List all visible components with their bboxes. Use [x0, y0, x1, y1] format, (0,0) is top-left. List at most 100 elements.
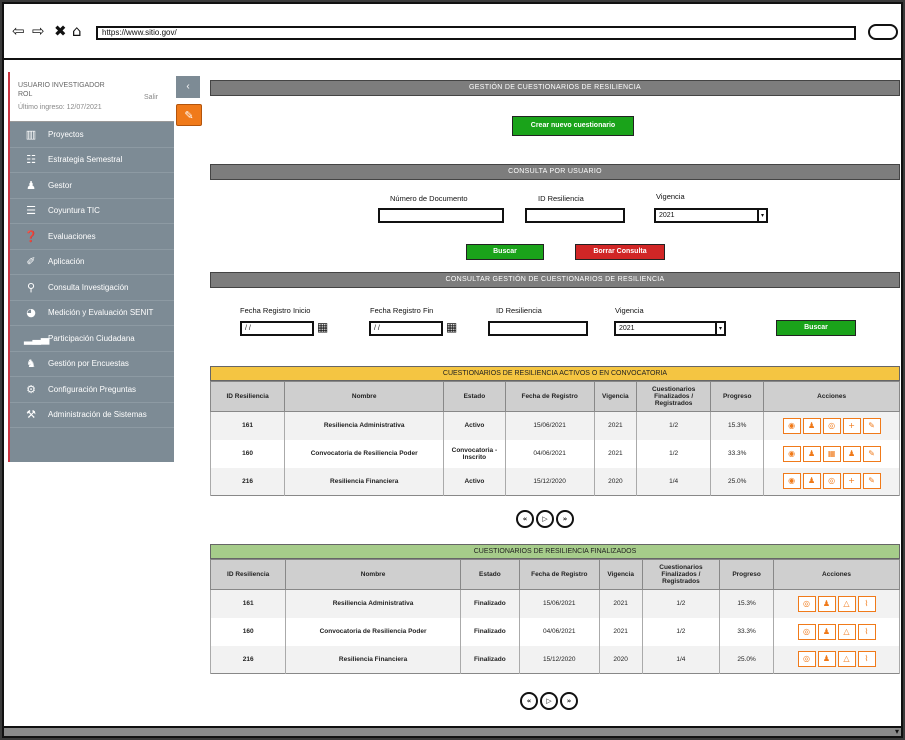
- sidebar-item-label: Administración de Sistemas: [48, 410, 147, 420]
- column-header: Cuestionarios Finalizados / Registrados: [636, 381, 712, 412]
- url-bar[interactable]: https://www.sitio.gov/: [96, 26, 856, 40]
- edit-tool-icon[interactable]: ✎: [176, 104, 202, 126]
- sidebar: USUARIO INVESTIGADOR ROL Último ingreso:…: [8, 72, 174, 462]
- sidebar-item-label: Gestión por Encuestas: [48, 359, 129, 369]
- sidebar-item-10[interactable]: ⚙ Configuración Preguntas: [10, 377, 174, 403]
- home-icon[interactable]: ⌂: [72, 24, 82, 39]
- chart-icon[interactable]: ⌇: [857, 623, 876, 640]
- cell-state: Finalizado: [459, 617, 520, 646]
- year-select[interactable]: 2021 ▾: [654, 208, 768, 223]
- browser-toolbar: ⇦ ⇨ ✖ ⌂ https://www.sitio.gov/: [4, 4, 901, 60]
- last-page-button[interactable]: »: [560, 692, 578, 710]
- cell-date: 15/12/2020: [504, 467, 595, 496]
- back-arrow-icon[interactable]: ⇦: [12, 24, 25, 39]
- cell-state: Finalizado: [459, 645, 520, 674]
- edit-icon[interactable]: ✎: [862, 445, 881, 462]
- calendar-icon[interactable]: ▦: [822, 445, 841, 462]
- warning-icon[interactable]: △: [837, 651, 856, 668]
- create-questionnaire-button[interactable]: Crear nuevo cuestionario: [512, 116, 634, 136]
- edit-icon[interactable]: ✎: [862, 417, 881, 434]
- sidebar-item-label: Coyuntura TIC: [48, 206, 100, 216]
- chart-icon[interactable]: ⌇: [857, 651, 876, 668]
- collapse-sidebar-button[interactable]: ‹: [176, 76, 200, 98]
- warning-icon[interactable]: △: [837, 595, 856, 612]
- first-page-button[interactable]: «: [516, 510, 534, 528]
- search-icon[interactable]: [868, 24, 898, 40]
- sidebar-item-label: Estrategia Semestral: [48, 155, 123, 165]
- user-icon[interactable]: ♟: [802, 417, 821, 434]
- eye-icon[interactable]: ◎: [822, 473, 841, 490]
- logout-link[interactable]: Salir: [144, 94, 158, 101]
- sidebar-item-11[interactable]: ⚒ Administración de Sistemas: [10, 403, 174, 428]
- document-number-input[interactable]: [378, 208, 504, 223]
- add-icon[interactable]: +: [842, 417, 861, 434]
- view-icon[interactable]: ◉: [782, 445, 801, 462]
- menu-item-icon: ☰: [26, 204, 36, 218]
- cell-actions: ◎ ♟ △ ⌇: [773, 589, 900, 618]
- sidebar-item-8[interactable]: ▂▃▄ Participación Ciudadana: [10, 326, 174, 352]
- column-header: Fecha de Registro: [518, 559, 600, 590]
- cell-year: 2020: [593, 467, 638, 496]
- user-icon[interactable]: ♟: [802, 445, 821, 462]
- sidebar-item-7[interactable]: ◕ Medición y Evaluación SENIT: [10, 301, 174, 326]
- user-last-login: Último ingreso: 12/07/2021: [18, 104, 102, 111]
- user-icon[interactable]: ♟: [817, 623, 836, 640]
- resilience-id-input[interactable]: [525, 208, 625, 223]
- eye-icon[interactable]: ◎: [797, 623, 816, 640]
- last-page-button[interactable]: »: [556, 510, 574, 528]
- active-questionnaires-table: CUESTIONARIOS DE RESILIENCIA ACTIVOS O E…: [209, 366, 900, 496]
- user-icon[interactable]: ♟: [817, 651, 836, 668]
- forward-arrow-icon[interactable]: ⇨: [32, 24, 45, 39]
- sidebar-item-2[interactable]: ♟ Gestor: [10, 173, 174, 199]
- user-icon[interactable]: ♟: [842, 445, 861, 462]
- eye-icon[interactable]: ◎: [797, 595, 816, 612]
- cell-ratio: 1/2: [636, 439, 712, 468]
- close-icon[interactable]: ✖: [54, 24, 67, 39]
- chart-icon[interactable]: ⌇: [857, 595, 876, 612]
- sidebar-item-0[interactable]: ▥ Proyectos: [10, 122, 174, 148]
- warning-icon[interactable]: △: [837, 623, 856, 640]
- menu-item-icon: ✐: [26, 255, 36, 269]
- date-from-input[interactable]: / /: [240, 321, 314, 336]
- pagination-finished: «▷»: [520, 692, 578, 710]
- menu-item-icon: ♟: [26, 178, 36, 192]
- calendar-icon[interactable]: ▦: [317, 320, 328, 334]
- sidebar-item-9[interactable]: ♞ Gestión por Encuestas: [10, 352, 174, 377]
- year-select-2[interactable]: 2021 ▾: [614, 321, 726, 336]
- sidebar-item-label: Aplicación: [48, 257, 85, 267]
- search-button[interactable]: Buscar: [466, 244, 544, 260]
- next-page-button[interactable]: ▷: [540, 692, 558, 710]
- view-icon[interactable]: ◉: [782, 473, 801, 490]
- first-page-button[interactable]: «: [520, 692, 538, 710]
- sidebar-item-4[interactable]: ❓ Evaluaciones: [10, 224, 174, 250]
- view-icon[interactable]: ◉: [782, 417, 801, 434]
- cell-actions: ◉ ♟ ▦ ♟ ✎: [763, 439, 900, 468]
- resilience-id-input-2[interactable]: [488, 321, 588, 336]
- active-table: ID Resiliencia Nombre Estado Fecha de Regis…: [209, 381, 900, 496]
- calendar-icon[interactable]: ▦: [446, 320, 457, 334]
- eye-icon[interactable]: ◎: [822, 417, 841, 434]
- date-to-input[interactable]: / /: [369, 321, 443, 336]
- sidebar-item-5[interactable]: ✐ Aplicación: [10, 250, 174, 275]
- row-actions: ◉ ♟ ◎ + ✎: [766, 473, 897, 490]
- cell-ratio: 1/4: [636, 467, 712, 496]
- chevron-down-icon: ▾: [757, 210, 766, 221]
- sidebar-item-6[interactable]: ⚲ Consulta Investigación: [10, 275, 174, 301]
- add-icon[interactable]: +: [842, 473, 861, 490]
- cell-name: Resiliencia Administrativa: [284, 411, 445, 440]
- user-icon[interactable]: ♟: [817, 595, 836, 612]
- scroll-down-icon[interactable]: ▾: [895, 727, 899, 736]
- eye-icon[interactable]: ◎: [797, 651, 816, 668]
- cell-actions: ◎ ♟ △ ⌇: [773, 645, 900, 674]
- sidebar-item-1[interactable]: ☷ Estrategia Semestral: [10, 148, 174, 173]
- edit-icon[interactable]: ✎: [862, 473, 881, 490]
- finished-table-title: CUESTIONARIOS DE RESILIENCIA FINALIZADOS: [210, 544, 900, 559]
- search-button-2[interactable]: Buscar: [776, 320, 856, 336]
- sidebar-item-3[interactable]: ☰ Coyuntura TIC: [10, 199, 174, 224]
- next-page-button[interactable]: ▷: [536, 510, 554, 528]
- user-icon[interactable]: ♟: [802, 473, 821, 490]
- cell-id: 216: [209, 467, 286, 496]
- cell-name: Resiliencia Financiera: [285, 645, 461, 674]
- clear-query-button[interactable]: Borrar Consulta: [575, 244, 665, 260]
- resilience-id-label: ID Resiliencia: [538, 194, 584, 203]
